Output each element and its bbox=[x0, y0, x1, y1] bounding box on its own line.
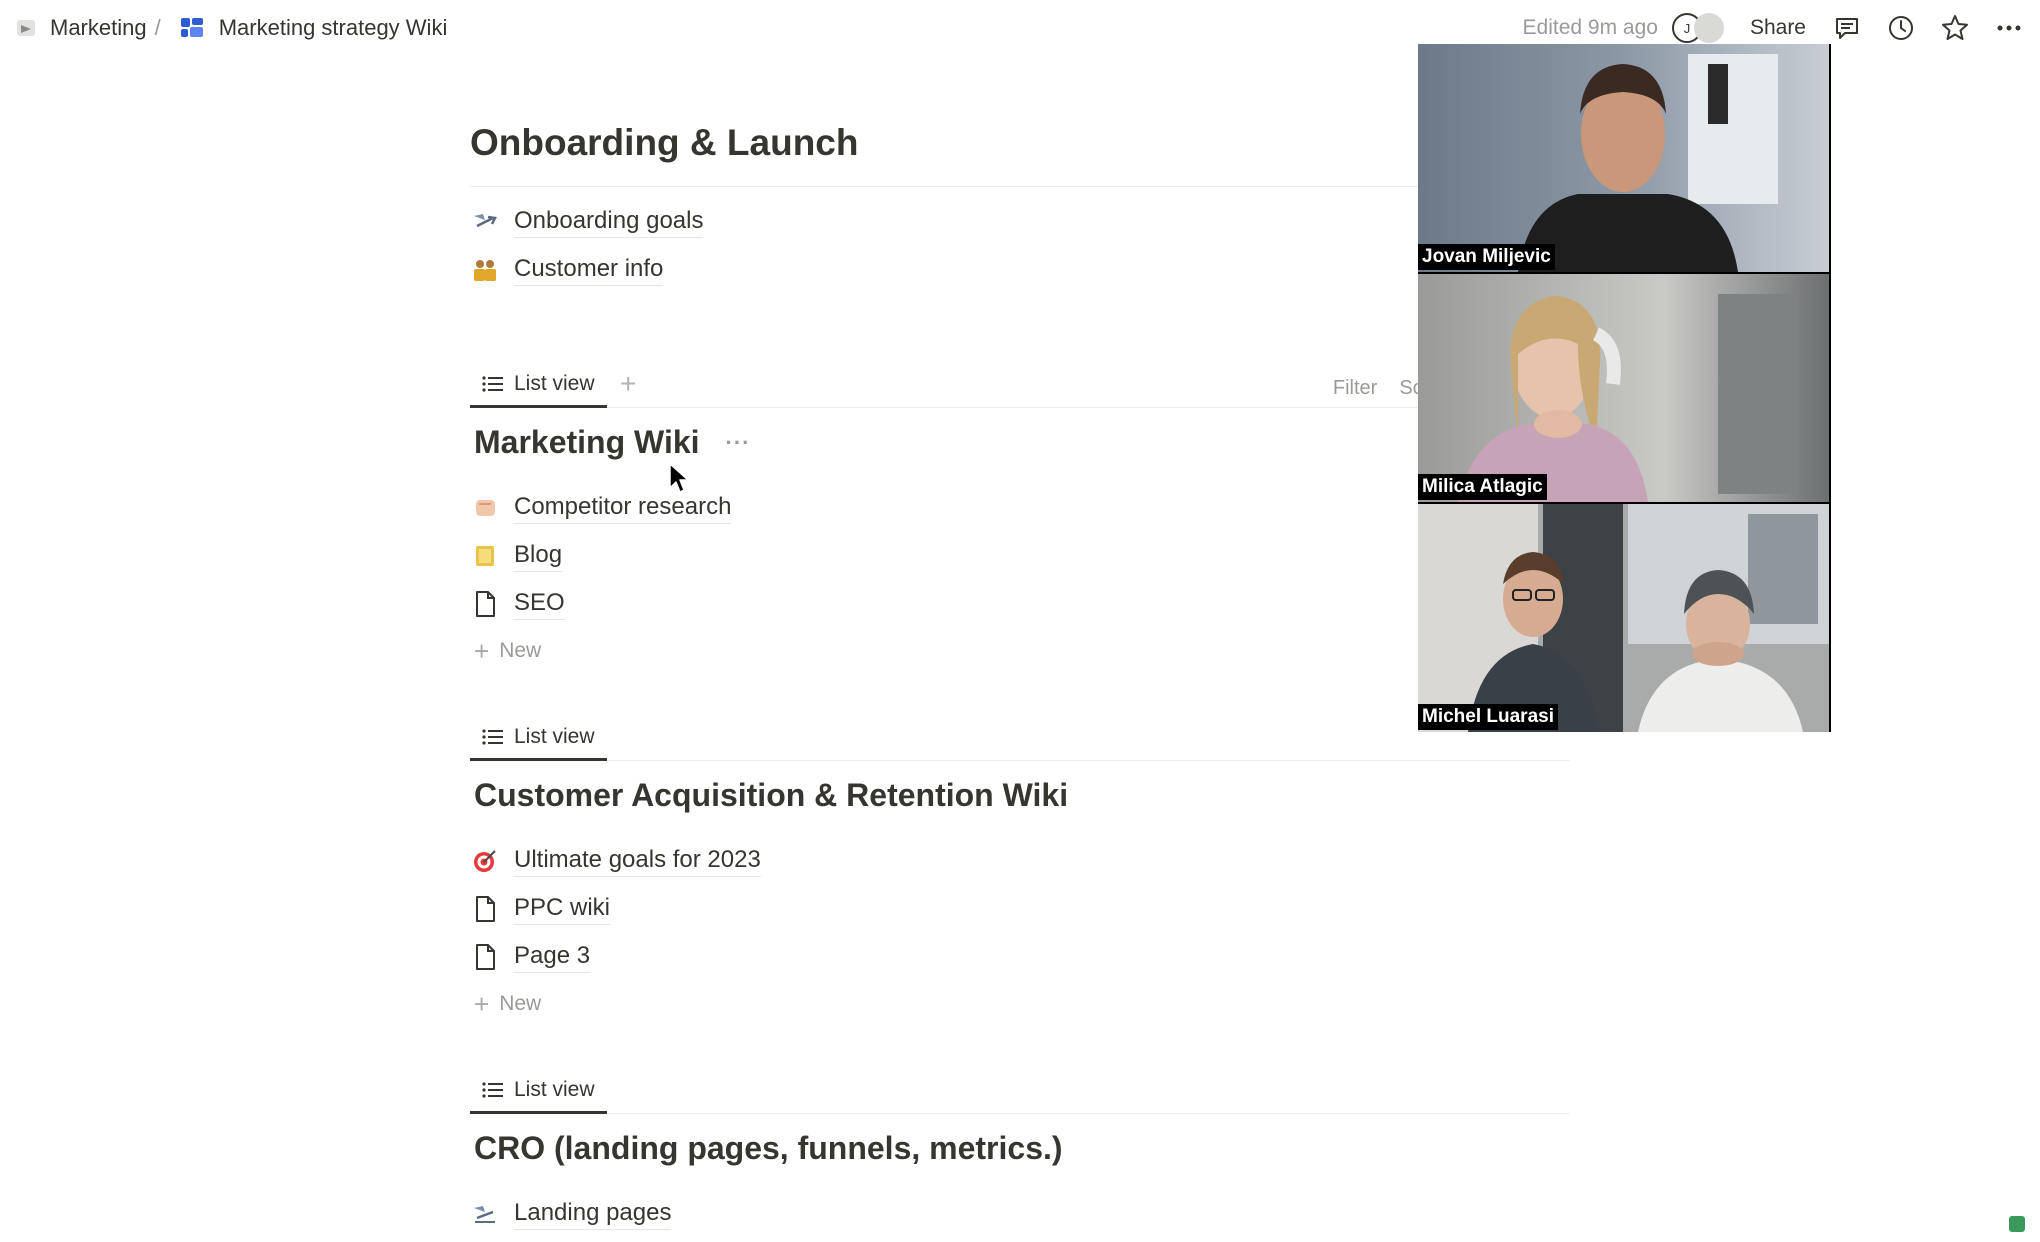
participant-video bbox=[1418, 274, 1829, 502]
favorite-button[interactable] bbox=[1938, 11, 1972, 45]
list-icon bbox=[482, 375, 504, 393]
edited-timestamp: Edited 9m ago bbox=[1522, 16, 1658, 39]
plus-icon: + bbox=[474, 635, 490, 666]
list-item-label: Landing pages bbox=[514, 1199, 672, 1230]
list-item-label: Competitor research bbox=[514, 493, 732, 524]
onboarding-icon bbox=[470, 207, 500, 237]
video-call-panel[interactable]: Jovan Miljevic Milica Atlagic Michel Lua… bbox=[1418, 44, 1831, 732]
new-label: New bbox=[499, 639, 542, 662]
plus-icon: + bbox=[474, 988, 490, 1019]
breadcrumb-workspace[interactable]: Marketing bbox=[50, 15, 147, 41]
more-icon bbox=[1997, 25, 2021, 31]
list-item-label: Ultimate goals for 2023 bbox=[514, 846, 761, 877]
database-title[interactable]: CRO (landing pages, funnels, metrics.) bbox=[474, 1130, 1063, 1167]
participant-video bbox=[1418, 44, 1829, 272]
view-divider bbox=[470, 407, 1570, 408]
database-title-text: Marketing Wiki bbox=[474, 424, 700, 460]
workspace-icon bbox=[14, 16, 38, 40]
breadcrumb-separator: / bbox=[154, 15, 161, 40]
share-button[interactable]: Share bbox=[1750, 16, 1806, 40]
participant-name: Michel Luarasi bbox=[1418, 704, 1558, 730]
list-item[interactable]: Customer info bbox=[470, 250, 664, 290]
list-item[interactable]: Competitor research bbox=[470, 488, 732, 528]
top-actions: Edited 9m ago J Share bbox=[1523, 8, 2040, 48]
list-icon bbox=[482, 728, 504, 746]
mouse-cursor-icon bbox=[669, 463, 689, 493]
view-divider bbox=[470, 760, 1570, 761]
view-divider bbox=[470, 1113, 1570, 1114]
breadcrumb: Marketing / Marketing strategy Wiki bbox=[14, 14, 447, 42]
list-icon bbox=[482, 1081, 504, 1099]
list-item[interactable]: Blog bbox=[470, 536, 563, 576]
database-more-icon[interactable]: ··· bbox=[726, 430, 751, 456]
list-item-label: SEO bbox=[514, 589, 565, 620]
new-item-button[interactable]: + New bbox=[474, 633, 541, 669]
target-icon bbox=[470, 846, 500, 876]
new-item-button[interactable]: + New bbox=[474, 986, 541, 1022]
page-title[interactable]: Onboarding & Launch bbox=[470, 122, 858, 164]
participant-name: Jovan Miljevic bbox=[1418, 244, 1555, 270]
competitor-icon bbox=[470, 493, 500, 523]
view-label: List view bbox=[514, 371, 595, 395]
list-item-label: Page 3 bbox=[514, 942, 591, 973]
participant-video bbox=[1418, 504, 1829, 732]
database-title[interactable]: Customer Acquisition & Retention Wiki bbox=[474, 777, 1068, 814]
participant-tile[interactable]: Michel Luarasi bbox=[1418, 504, 1829, 732]
list-item-label: PPC wiki bbox=[514, 894, 611, 925]
breadcrumb-page[interactable]: Marketing strategy Wiki bbox=[219, 15, 448, 41]
history-button[interactable] bbox=[1884, 11, 1918, 45]
database-view-bar: List view bbox=[470, 711, 1570, 761]
page-icon bbox=[470, 894, 500, 924]
comments-button[interactable] bbox=[1830, 11, 1864, 45]
participant-tile[interactable]: Milica Atlagic bbox=[1418, 274, 1829, 502]
collaborator-avatars[interactable]: J bbox=[1671, 13, 1724, 43]
filter-button[interactable]: Filter bbox=[1333, 377, 1377, 400]
page-icon bbox=[470, 589, 500, 619]
view-label: List view bbox=[514, 724, 595, 748]
list-item-label: Onboarding goals bbox=[514, 207, 704, 238]
list-item-label: Customer info bbox=[514, 255, 664, 286]
participant-name: Milica Atlagic bbox=[1418, 474, 1547, 500]
clock-icon bbox=[1889, 16, 1913, 40]
page-icon bbox=[470, 942, 500, 972]
participant-tile[interactable]: Jovan Miljevic bbox=[1418, 44, 1829, 272]
list-item[interactable]: Landing pages bbox=[470, 1194, 672, 1234]
avatar-secondary[interactable] bbox=[1693, 13, 1724, 43]
list-item[interactable]: Page 3 bbox=[470, 937, 591, 977]
customer-icon bbox=[470, 255, 500, 285]
status-indicator bbox=[2009, 1216, 2025, 1232]
database-title-text: Customer Acquisition & Retention Wiki bbox=[474, 777, 1069, 813]
new-label: New bbox=[499, 992, 542, 1015]
database-title[interactable]: Marketing Wiki ··· bbox=[474, 424, 751, 461]
database-view-bar: List view + Filter Sort bbox=[470, 358, 1570, 408]
list-item[interactable]: Ultimate goals for 2023 bbox=[470, 841, 761, 881]
wiki-icon bbox=[179, 14, 207, 42]
star-icon bbox=[1942, 15, 1968, 40]
add-view-button[interactable]: + bbox=[620, 368, 636, 400]
view-label: List view bbox=[514, 1077, 595, 1101]
list-item[interactable]: SEO bbox=[470, 584, 565, 624]
comment-icon bbox=[1836, 18, 1858, 39]
tab-list-view[interactable]: List view bbox=[470, 1068, 607, 1114]
tab-list-view[interactable]: List view bbox=[470, 362, 607, 408]
tab-list-view[interactable]: List view bbox=[470, 715, 607, 761]
landing-icon bbox=[470, 1199, 500, 1229]
database-view-bar: List view bbox=[470, 1064, 1570, 1114]
more-options-button[interactable] bbox=[1992, 11, 2026, 45]
blog-icon bbox=[470, 541, 500, 571]
list-item[interactable]: Onboarding goals bbox=[470, 202, 704, 242]
database-title-text: CRO (landing pages, funnels, metrics.) bbox=[474, 1130, 1063, 1166]
list-item-label: Blog bbox=[514, 541, 563, 572]
list-item[interactable]: PPC wiki bbox=[470, 889, 611, 929]
title-divider bbox=[470, 186, 1570, 187]
